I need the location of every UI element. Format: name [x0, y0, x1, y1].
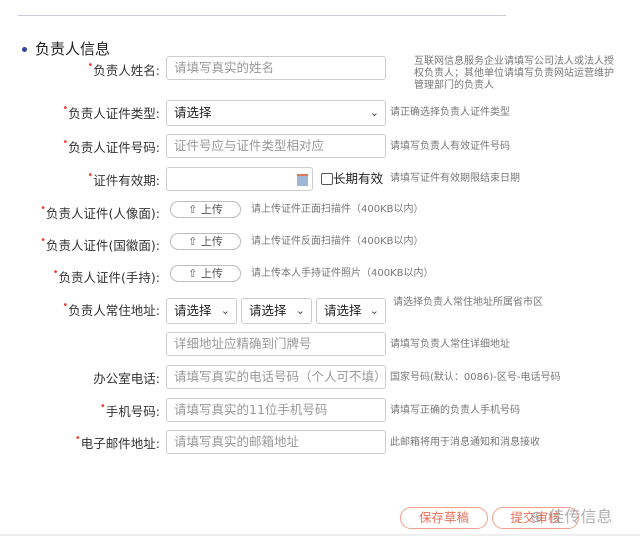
province-select[interactable]: 请选择 ⌄ — [166, 298, 237, 324]
district-select[interactable]: 请选择 ⌄ — [316, 298, 386, 324]
address-label: •负责人常住地址: — [62, 300, 160, 318]
watermark: ⊛ 佳传信息 — [530, 507, 613, 526]
id-back-label: •负责人证件(国徽面): — [40, 235, 160, 253]
id-number-input[interactable]: 证件号应与证件类型相对应 — [166, 134, 386, 158]
id-hand-label: •负责人证件(手持): — [52, 267, 160, 285]
email-hint: 此邮箱将用于消息通知和消息接收 — [390, 437, 540, 448]
validity-label: •证件有效期: — [87, 170, 160, 188]
upload-icon: ⇧ — [188, 267, 198, 280]
id-back-hint: 请上传证件反面扫描件（400KB以内） — [251, 236, 424, 247]
calendar-icon[interactable] — [297, 174, 308, 186]
mobile-label: •手机号码: — [99, 401, 160, 419]
id-type-select[interactable]: 请选择 ⌄ — [166, 100, 386, 126]
upload-icon: ⇧ — [188, 235, 198, 248]
address-detail-hint: 请填写负责人常住详细地址 — [390, 339, 510, 350]
id-type-hint: 请正确选择负责人证件类型 — [390, 107, 510, 118]
email-input[interactable]: 请填写真实的邮箱地址 — [166, 430, 386, 454]
bullet-icon — [22, 47, 27, 52]
long-term-checkbox[interactable] — [321, 173, 333, 185]
name-hint: 互联网信息服务企业请填写公司法人或法人授权负责人；其他单位请填写负责网站运营维护… — [414, 56, 614, 91]
id-number-hint: 请填写负责人有效证件号码 — [390, 141, 510, 152]
name-input[interactable]: 请填写真实的姓名 — [166, 56, 386, 80]
upload-hand-button[interactable]: ⇧ 上传 — [170, 265, 241, 282]
upload-front-button[interactable]: ⇧ 上传 — [170, 201, 241, 218]
id-type-label: •负责人证件类型: — [62, 103, 160, 121]
office-phone-label: 办公室电话: — [93, 371, 160, 386]
city-select[interactable]: 请选择 ⌄ — [241, 298, 312, 324]
section-title-text: 负责人信息 — [35, 40, 111, 58]
mobile-hint: 请填写正确的负责人手机号码 — [390, 405, 520, 416]
section-title: 负责人信息 — [22, 38, 110, 59]
id-front-label: •负责人证件(人像面): — [40, 203, 160, 221]
chevron-down-icon: ⌄ — [369, 106, 379, 119]
validity-hint: 请填写证件有效期限结束日期 — [390, 173, 520, 184]
id-front-hint: 请上传证件正面扫描件（400KB以内） — [251, 204, 424, 215]
validity-date-input[interactable] — [166, 167, 313, 191]
chevron-down-icon: ⌄ — [220, 304, 230, 317]
email-label: •电子邮件地址: — [74, 433, 160, 451]
upload-icon: ⇧ — [188, 203, 198, 216]
office-phone-hint: 国家号码(默认：0086)-区号-电话号码 — [390, 372, 561, 383]
id-number-label: •负责人证件号码: — [62, 137, 160, 155]
address-hint: 请选择负责人常住地址所属省市区 — [393, 297, 543, 308]
mobile-input[interactable]: 请填写真实的11位手机号码 — [166, 398, 386, 422]
chevron-down-icon: ⌄ — [369, 304, 379, 317]
chevron-down-icon: ⌄ — [295, 304, 305, 317]
upload-back-button[interactable]: ⇧ 上传 — [170, 233, 241, 250]
address-detail-input[interactable]: 详细地址应精确到门牌号 — [166, 332, 386, 356]
name-label: •负责人姓名: — [87, 60, 160, 78]
long-term-label: 长期有效 — [333, 171, 384, 186]
id-hand-hint: 请上传本人手持证件照片（400KB以内） — [251, 268, 434, 279]
divider — [18, 15, 506, 16]
save-draft-button[interactable]: 保存草稿 — [400, 507, 488, 529]
office-phone-input[interactable]: 请填写真实的电话号码（个人可不填） — [166, 365, 387, 389]
